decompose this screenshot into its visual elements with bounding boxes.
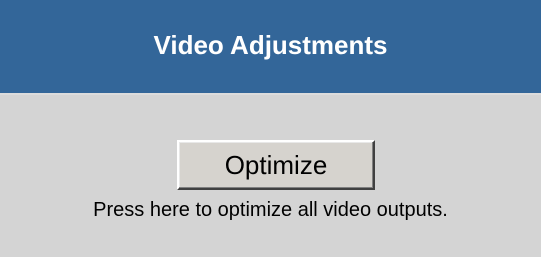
optimize-help-text: Press here to optimize all video outputs… <box>93 199 448 221</box>
page-title: Video Adjustments <box>153 30 388 60</box>
optimize-button[interactable]: Optimize <box>177 140 375 190</box>
panel-body: Optimize Press here to optimize all vide… <box>0 95 541 257</box>
video-adjustments-panel: Video Adjustments Optimize Press here to… <box>0 0 541 257</box>
panel-header: Video Adjustments <box>0 0 541 95</box>
